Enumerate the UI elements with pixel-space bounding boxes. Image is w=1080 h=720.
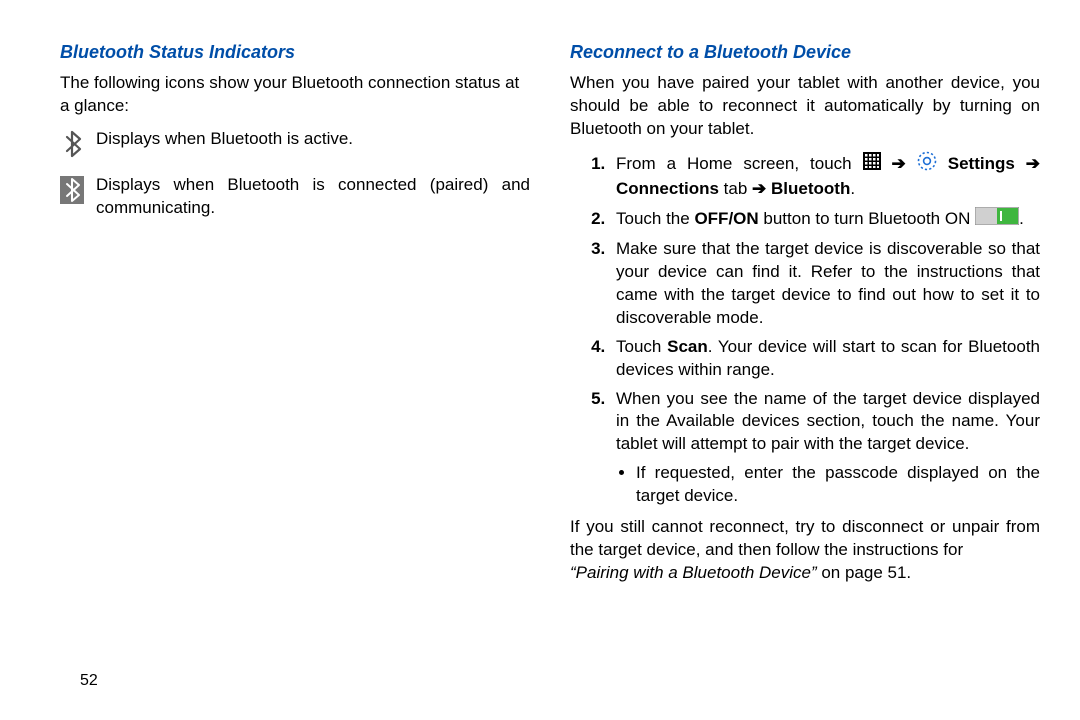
list-item: Displays when Bluetooth is active. [60,128,530,158]
page-number: 52 [80,670,98,692]
step5-text: When you see the name of the target devi… [616,389,1040,454]
step4-pre: Touch [616,337,667,356]
connections-tab-label: Connections [616,179,719,198]
left-intro-text: The following icons show your Bluetooth … [60,72,530,118]
scan-label: Scan [667,337,708,356]
step-1: From a Home screen, touch ➔ [610,151,1040,201]
step2-pre: Touch the [616,209,694,228]
right-column: Reconnect to a Bluetooth Device When you… [560,40,1040,720]
bluetooth-label: Bluetooth [771,179,850,198]
bluetooth-active-icon [60,130,84,158]
heading-reconnect-bluetooth: Reconnect to a Bluetooth Device [570,40,1040,64]
step1-prefix: From a Home screen, touch [616,154,863,173]
icon-list: Displays when Bluetooth is active. Displ… [60,128,530,220]
step-3: Make sure that the target device is disc… [610,238,1040,330]
sub-bullets: If requested, enter the passcode display… [616,462,1040,508]
arrow-icon: ➔ [752,179,766,198]
step2-post: button to turn Bluetooth ON [759,209,975,228]
list-item: Displays when Bluetooth is connected (pa… [60,174,530,220]
steps-list: From a Home screen, touch ➔ [570,151,1040,508]
bluetooth-active-desc: Displays when Bluetooth is active. [96,128,530,151]
settings-label: Settings [948,154,1015,173]
arrow-icon: ➔ [1026,154,1040,173]
manual-page: Bluetooth Status Indicators The followin… [0,0,1080,720]
outro-page: on page 51. [817,563,912,582]
bluetooth-connected-desc: Displays when Bluetooth is connected (pa… [96,174,530,220]
settings-gear-icon [917,151,937,178]
heading-bluetooth-status-indicators: Bluetooth Status Indicators [60,40,530,64]
outro-paragraph: If you still cannot reconnect, try to di… [570,516,1040,585]
off-on-label: OFF/ON [694,209,758,228]
apps-grid-icon [863,152,881,177]
cross-ref: “Pairing with a Bluetooth Device” [570,563,817,582]
step-5: When you see the name of the target devi… [610,388,1040,509]
step-4: Touch Scan. Your device will start to sc… [610,336,1040,382]
outro-text: If you still cannot reconnect, try to di… [570,517,1040,559]
tab-word: tab [719,179,752,198]
right-intro-text: When you have paired your tablet with an… [570,72,1040,141]
arrow-icon: ➔ [892,154,906,173]
left-column: Bluetooth Status Indicators The followin… [60,40,560,720]
toggle-on-icon [975,207,1019,232]
sub-bullet-passcode: If requested, enter the passcode display… [636,462,1040,508]
step-2: Touch the OFF/ON button to turn Bluetoot… [610,207,1040,232]
bluetooth-connected-icon [60,176,84,204]
